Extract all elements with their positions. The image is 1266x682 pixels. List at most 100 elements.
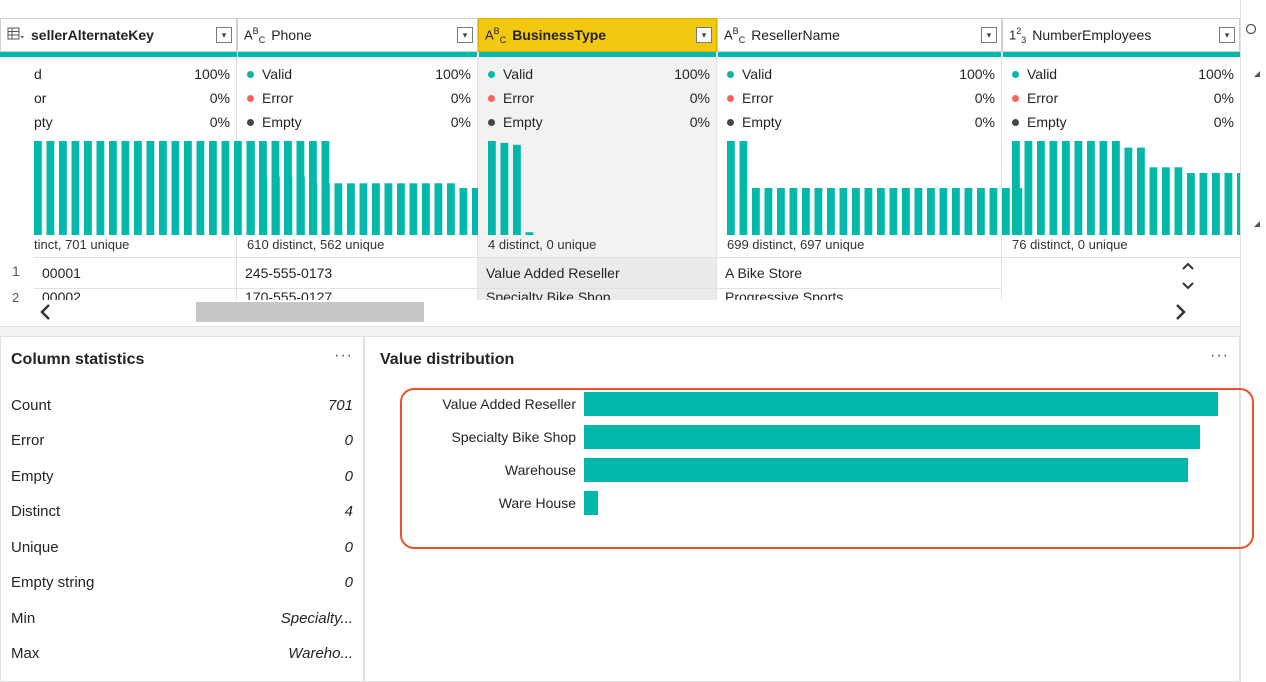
histogram-bar[interactable] <box>347 183 355 235</box>
column-header-numberemployees[interactable]: 123 NumberEmployees ▾ <box>1002 18 1240 52</box>
histogram-bar[interactable] <box>1224 173 1233 235</box>
histogram-bar[interactable] <box>914 188 923 235</box>
histogram-bar[interactable] <box>1074 141 1083 235</box>
histogram-bar[interactable] <box>434 183 443 235</box>
table-cell[interactable]: A Bike Store <box>717 257 1002 288</box>
histogram-bar[interactable] <box>889 188 898 235</box>
histogram-bar[interactable] <box>1137 147 1145 235</box>
histogram-bar[interactable] <box>171 141 180 235</box>
histogram-bar[interactable] <box>184 141 192 235</box>
histogram-bar[interactable] <box>46 141 55 235</box>
histogram-bar[interactable] <box>902 188 910 235</box>
histogram-bar[interactable] <box>852 188 860 235</box>
histogram-bar[interactable] <box>764 188 773 235</box>
histogram-bar[interactable] <box>1187 173 1195 235</box>
histogram-bar[interactable] <box>384 183 393 235</box>
table-cell[interactable]: Progressive Sports <box>717 288 1002 300</box>
text-type-icon[interactable]: ABC <box>244 26 265 45</box>
table-cell[interactable] <box>1002 257 1240 288</box>
histogram-bar[interactable] <box>322 183 330 235</box>
column-header-resellername[interactable]: ABC ResellerName ▾ <box>717 18 1002 52</box>
histogram-bar[interactable] <box>864 188 873 235</box>
column-header-phone[interactable]: ABC Phone ▾ <box>237 18 478 52</box>
column-header-businesstype[interactable]: ABC BusinessType ▾ <box>478 18 717 52</box>
histogram-bar[interactable] <box>952 188 960 235</box>
column-histogram[interactable] <box>1012 139 1240 235</box>
more-options-icon[interactable]: ··· <box>1210 347 1229 365</box>
histogram-bar[interactable] <box>1199 173 1208 235</box>
histogram-bar[interactable] <box>59 141 67 235</box>
column-filter-button[interactable]: ▾ <box>1219 27 1235 43</box>
table-cell[interactable]: 245-555-0173 <box>237 257 478 288</box>
column-filter-button[interactable]: ▾ <box>981 27 997 43</box>
histogram-bar[interactable] <box>96 141 105 235</box>
histogram-bar[interactable] <box>802 188 810 235</box>
column-filter-button[interactable]: ▾ <box>216 27 232 43</box>
pane-divider[interactable] <box>0 326 1240 336</box>
histogram-bar[interactable] <box>927 188 935 235</box>
histogram-bar[interactable] <box>259 176 268 235</box>
histogram-bar[interactable] <box>827 188 835 235</box>
collapse-triangle-icon[interactable] <box>1252 216 1262 234</box>
histogram-bar[interactable] <box>1174 167 1183 235</box>
whole-number-type-icon[interactable]: 123 <box>1009 26 1026 45</box>
histogram-bar[interactable] <box>397 183 405 235</box>
histogram-bar[interactable] <box>939 188 948 235</box>
table-cell[interactable]: 170-555-0127 <box>237 288 478 300</box>
histogram-bar[interactable] <box>109 141 117 235</box>
scrollbar-thumb[interactable] <box>196 302 424 322</box>
column-filter-button[interactable]: ▾ <box>457 27 473 43</box>
histogram-bar[interactable] <box>777 188 785 235</box>
histogram-bar[interactable] <box>121 141 130 235</box>
histogram-bar[interactable] <box>409 183 418 235</box>
scroll-left-icon[interactable] <box>38 302 54 326</box>
histogram-bar[interactable] <box>459 188 468 235</box>
histogram-bar[interactable] <box>146 141 155 235</box>
vertical-scroll-arrows[interactable] <box>1178 258 1198 294</box>
histogram-bar[interactable] <box>309 183 318 235</box>
histogram-bar[interactable] <box>814 188 823 235</box>
histogram-bar[interactable] <box>372 183 380 235</box>
histogram-bar[interactable] <box>1112 141 1120 235</box>
histogram-bar[interactable] <box>297 176 305 235</box>
histogram-bar[interactable] <box>1049 141 1058 235</box>
histogram-bar[interactable] <box>1124 147 1133 235</box>
histogram-bar[interactable] <box>272 176 280 235</box>
histogram-bar[interactable] <box>964 188 973 235</box>
column-header-reselleralternatekey[interactable]: sellerAlternateKey ▾ <box>0 18 237 52</box>
histogram-bar[interactable] <box>525 232 534 235</box>
histogram-bar[interactable] <box>1012 141 1020 235</box>
histogram-bar[interactable] <box>727 141 735 235</box>
histogram-bar[interactable] <box>159 141 167 235</box>
histogram-bar[interactable] <box>1037 141 1045 235</box>
histogram-bar[interactable] <box>1087 141 1095 235</box>
table-cell[interactable]: 00002 <box>34 288 237 300</box>
table-cell[interactable]: 00001 <box>34 257 237 288</box>
scroll-right-icon[interactable] <box>1172 302 1188 326</box>
histogram-bar[interactable] <box>247 141 255 235</box>
histogram-bar[interactable] <box>752 188 760 235</box>
histogram-bar[interactable] <box>1024 141 1033 235</box>
histogram-bar[interactable] <box>447 183 455 235</box>
histogram-bar[interactable] <box>977 188 985 235</box>
histogram-bar[interactable] <box>1149 167 1158 235</box>
histogram-bar[interactable] <box>196 141 205 235</box>
histogram-bar[interactable] <box>500 142 509 235</box>
histogram-bar[interactable] <box>513 144 521 235</box>
table-menu-icon[interactable] <box>7 27 25 44</box>
horizontal-scrollbar[interactable] <box>34 300 1240 326</box>
histogram-bar[interactable] <box>1062 141 1070 235</box>
histogram-bar[interactable] <box>134 141 142 235</box>
histogram-bar[interactable] <box>1099 141 1108 235</box>
collapse-triangle-icon[interactable] <box>1252 66 1262 84</box>
table-cell[interactable]: Specialty Bike Shop <box>478 288 717 300</box>
histogram-bar[interactable] <box>839 188 848 235</box>
chevron-up-down-icon[interactable] <box>1178 258 1198 294</box>
histogram-bar[interactable] <box>422 183 430 235</box>
more-options-icon[interactable]: ··· <box>334 347 353 365</box>
histogram-bar[interactable] <box>209 141 217 235</box>
histogram-bar[interactable] <box>334 183 343 235</box>
text-type-icon[interactable]: ABC <box>485 26 506 45</box>
text-type-icon[interactable]: ABC <box>724 26 745 45</box>
histogram-bar[interactable] <box>1212 173 1220 235</box>
